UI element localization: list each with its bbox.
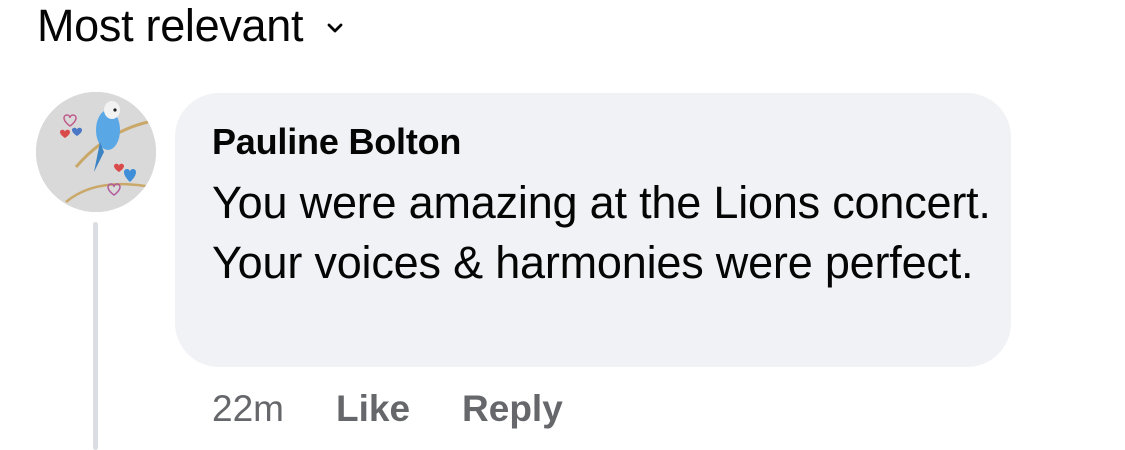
sort-label: Most relevant: [37, 0, 304, 51]
comment-bubble: Pauline Bolton You were amazing at the L…: [175, 93, 1011, 367]
comment-actions: 22m Like Reply: [212, 385, 615, 433]
sort-dropdown[interactable]: Most relevant: [37, 0, 345, 52]
avatar[interactable]: [36, 92, 156, 212]
thread-line: [93, 222, 98, 450]
budgie-avatar-icon: [36, 92, 156, 212]
comments-section: Most relevant Pauline Bolton You were am…: [0, 0, 1125, 450]
chevron-down-icon: [325, 18, 345, 38]
like-button[interactable]: Like: [336, 388, 410, 430]
comment-author[interactable]: Pauline Bolton: [212, 121, 461, 163]
reply-button[interactable]: Reply: [462, 388, 563, 430]
comment-text: You were amazing at the Lions concert. Y…: [212, 177, 991, 288]
comment-timestamp[interactable]: 22m: [212, 388, 284, 430]
